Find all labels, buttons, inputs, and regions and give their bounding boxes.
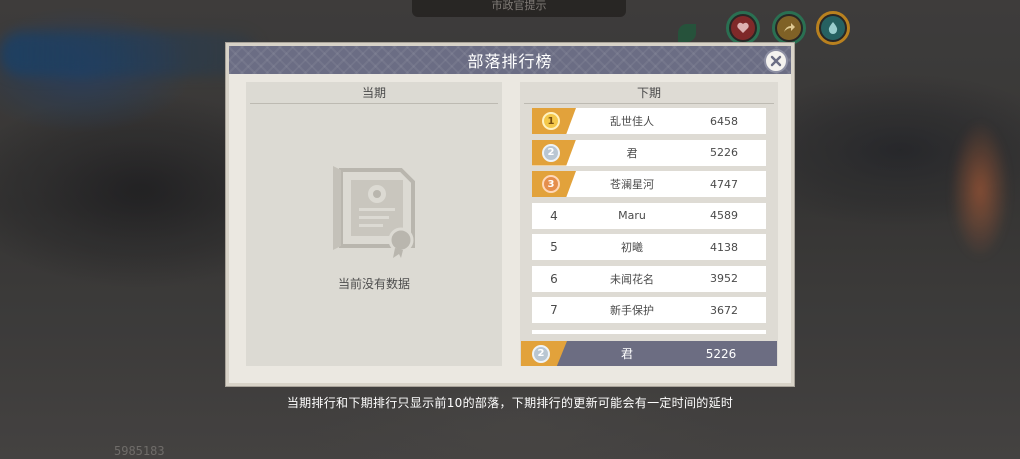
rank-badge: 3 (532, 171, 576, 197)
ranking-row: 2 君 5226 (532, 139, 766, 166)
ranking-row: 6 未闻花名 3952 (532, 265, 766, 292)
bronze-medal-icon: 3 (542, 175, 560, 193)
tribe-name: 未闻花名 (610, 272, 654, 286)
gold-medal-icon: 1 (542, 112, 560, 130)
list-next-row-edge (532, 330, 766, 334)
ranking-row: 4 Maru 4589 (532, 202, 766, 229)
rank-number: 5 (550, 240, 558, 254)
ranking-row: 7 新手保护 3672 (532, 297, 766, 323)
close-icon (770, 55, 782, 67)
tribe-score: 3672 (710, 303, 738, 317)
empty-data-text: 当前没有数据 (337, 277, 410, 291)
dialog-title: 部落排行榜 (467, 52, 553, 71)
rank-number: 7 (550, 303, 558, 317)
ranking-row: 5 初曦 4138 (532, 234, 766, 260)
tribe-name: 乱世佳人 (610, 115, 654, 128)
tribe-score: 5226 (710, 146, 738, 159)
tribe-score: 4589 (710, 209, 738, 222)
current-period-heading: 当期 (250, 82, 498, 104)
rank-number: 6 (550, 271, 558, 286)
tribe-ranking-dialog: 部落排行榜 当期 当前没有数据 下期 1 乱世佳人 6458 2 君 5226 3 苍澜星河 4… (226, 43, 794, 386)
tribe-name: 君 (626, 146, 638, 160)
dialog-header: 部落排行榜 (229, 46, 791, 74)
silver-medal-icon: 2 (532, 344, 550, 363)
tribe-name: Maru (618, 209, 646, 222)
ranking-row: 3 苍澜星河 4747 (532, 171, 766, 197)
tribe-score: 3952 (710, 272, 738, 285)
current-period-panel: 当期 当前没有数据 (246, 82, 502, 366)
tribe-name: 初曦 (621, 241, 643, 254)
player-uid: 5985183 (114, 444, 165, 458)
my-tribe-name: 君 (620, 347, 633, 361)
tribe-name: 苍澜星河 (610, 178, 654, 191)
rank-badge: 1 (532, 108, 576, 134)
tribe-name: 新手保护 (610, 304, 654, 317)
silver-medal-icon: 2 (542, 143, 560, 162)
tribe-score: 6458 (710, 114, 738, 128)
ranking-row: 1 乱世佳人 6458 (532, 108, 766, 134)
rank-badge: 2 (532, 139, 576, 166)
tribe-score: 4138 (710, 240, 738, 254)
empty-certificate-icon (333, 166, 415, 258)
ranking-list[interactable]: 1 乱世佳人 6458 2 君 5226 3 苍澜星河 4747 4 Maru 4589 5 初曦 4138… (532, 108, 766, 330)
my-tribe-score: 5226 (705, 346, 737, 361)
next-period-heading: 下期 (524, 82, 774, 104)
my-tribe-row: 2 君 5226 (521, 341, 777, 366)
close-button[interactable] (764, 49, 788, 73)
next-period-panel: 下期 1 乱世佳人 6458 2 君 5226 3 苍澜星河 4747 4 Maru 4589 5 初曦 4… (520, 82, 778, 366)
ranking-footnote: 当期排行和下期排行只显示前10的部落，下期排行的更新可能会有一定时间的延时 (286, 396, 734, 410)
my-rank-badge: 2 (521, 341, 567, 366)
rank-number: 4 (550, 208, 558, 223)
tribe-score: 4747 (710, 177, 738, 191)
